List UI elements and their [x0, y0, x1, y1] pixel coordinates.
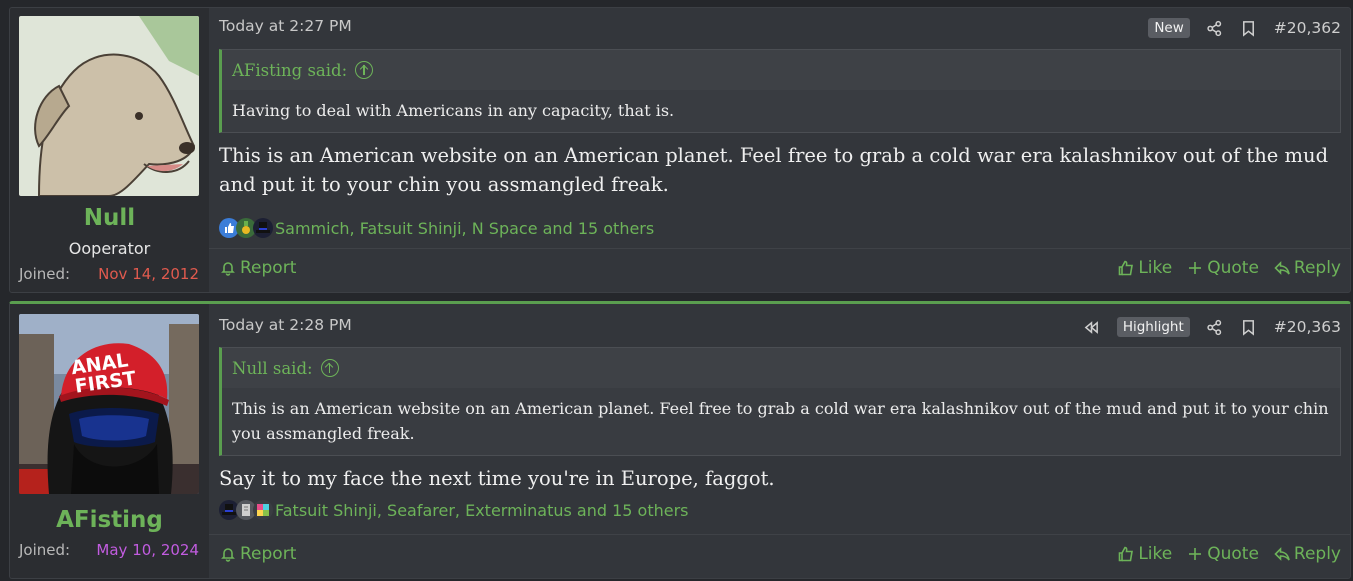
post-footer: Report Like Quote Reply	[209, 534, 1350, 578]
post-number[interactable]: #20,362	[1274, 19, 1341, 37]
username[interactable]: AFisting	[10, 507, 209, 533]
post-actions: Like Quote Reply	[1103, 258, 1341, 278]
tophat-reaction-icon	[253, 218, 273, 238]
reply-button[interactable]: Reply	[1273, 258, 1341, 278]
post-tools: New #20,362	[1148, 17, 1341, 39]
post-20362: Null Ooperator Joined: Nov 14, 2012 Toda…	[9, 7, 1351, 293]
reactions-text[interactable]: Sammich, Fatsuit Shinji, N Space and 15 …	[275, 219, 654, 238]
reply-icon	[1273, 259, 1291, 277]
like-button[interactable]: Like	[1117, 258, 1172, 278]
post-main: Today at 2:27 PM New #20,362 AFisting sa…	[209, 8, 1350, 292]
joined-date: Nov 14, 2012	[98, 265, 199, 283]
like-label: Like	[1138, 544, 1173, 564]
report-label: Report	[240, 258, 297, 278]
share-icon[interactable]	[1206, 19, 1224, 37]
post-footer: Report Like Quote Reply	[209, 248, 1350, 292]
quote-text: Having to deal with Americans in any cap…	[222, 90, 1340, 132]
avatar[interactable]: ANAL FIRST	[19, 314, 199, 494]
quote-text: This is an American website on an Americ…	[222, 388, 1340, 455]
username[interactable]: Null	[10, 205, 209, 231]
highlight-badge[interactable]: Highlight	[1116, 317, 1190, 337]
quote-label: Quote	[1207, 544, 1259, 564]
quote-button[interactable]: Quote	[1186, 544, 1259, 564]
reply-button[interactable]: Reply	[1273, 544, 1341, 564]
puzzle-reaction-icon	[253, 500, 273, 520]
thumbs-up-icon	[1117, 545, 1135, 563]
plus-icon	[1186, 545, 1204, 563]
reactions-text[interactable]: Fatsuit Shinji, Seafarer, Exterminatus a…	[275, 501, 689, 520]
reactions-bar[interactable]: Sammich, Fatsuit Shinji, N Space and 15 …	[219, 218, 654, 238]
report-button[interactable]: Report	[219, 544, 296, 564]
message-body: This is an American website on an Americ…	[219, 144, 1329, 196]
post-tools: Highlight #20,363	[1083, 316, 1341, 338]
post-actions: Like Quote Reply	[1103, 544, 1341, 564]
post-time[interactable]: Today at 2:28 PM	[219, 316, 352, 334]
user-panel: ANAL FIRST AFisting Joined: May 10, 2024	[10, 304, 209, 578]
post-20363: ANAL FIRST AFisting Joined: May 10, 2024…	[9, 301, 1351, 579]
like-button[interactable]: Like	[1117, 544, 1172, 564]
reply-icon	[1273, 545, 1291, 563]
message-body: Say it to my face the next time you're i…	[219, 467, 775, 490]
quote-block: Null said: This is an American website o…	[219, 347, 1341, 456]
report-button[interactable]: Report	[219, 258, 296, 278]
quote-author[interactable]: AFisting said:	[232, 61, 347, 80]
plus-icon	[1186, 259, 1204, 277]
avatar[interactable]	[19, 16, 199, 196]
new-badge: New	[1148, 18, 1190, 38]
rewind-icon[interactable]	[1083, 318, 1101, 336]
bookmark-icon[interactable]	[1240, 318, 1258, 336]
quote-arrow-icon[interactable]	[355, 61, 374, 79]
joined-label: Joined:	[19, 265, 71, 283]
bookmark-icon[interactable]	[1240, 19, 1258, 37]
post-time[interactable]: Today at 2:27 PM	[219, 17, 352, 35]
quote-label: Quote	[1207, 258, 1259, 278]
post-main: Today at 2:28 PM Highlight #20,363 Null …	[209, 304, 1350, 578]
thumbs-up-icon	[1117, 259, 1135, 277]
post-number[interactable]: #20,363	[1274, 318, 1341, 336]
quote-author[interactable]: Null said:	[232, 359, 313, 378]
reactions-bar[interactable]: Fatsuit Shinji, Seafarer, Exterminatus a…	[219, 500, 689, 520]
quote-header[interactable]: Null said:	[222, 348, 1340, 388]
quote-arrow-icon[interactable]	[320, 359, 339, 377]
user-title: Ooperator	[68, 239, 151, 258]
share-icon[interactable]	[1206, 318, 1224, 336]
bell-icon	[219, 545, 237, 563]
reply-label: Reply	[1293, 258, 1341, 278]
joined-date: May 10, 2024	[96, 541, 199, 559]
like-label: Like	[1138, 258, 1173, 278]
quote-block: AFisting said: Having to deal with Ameri…	[219, 49, 1341, 133]
reply-label: Reply	[1293, 544, 1341, 564]
quote-button[interactable]: Quote	[1186, 258, 1259, 278]
reaction-icons	[219, 218, 273, 238]
quote-header[interactable]: AFisting said:	[222, 50, 1340, 90]
user-panel: Null Ooperator Joined: Nov 14, 2012	[10, 8, 209, 292]
bell-icon	[219, 259, 237, 277]
reaction-icons	[219, 500, 273, 520]
report-label: Report	[240, 544, 297, 564]
joined-label: Joined:	[19, 541, 71, 559]
